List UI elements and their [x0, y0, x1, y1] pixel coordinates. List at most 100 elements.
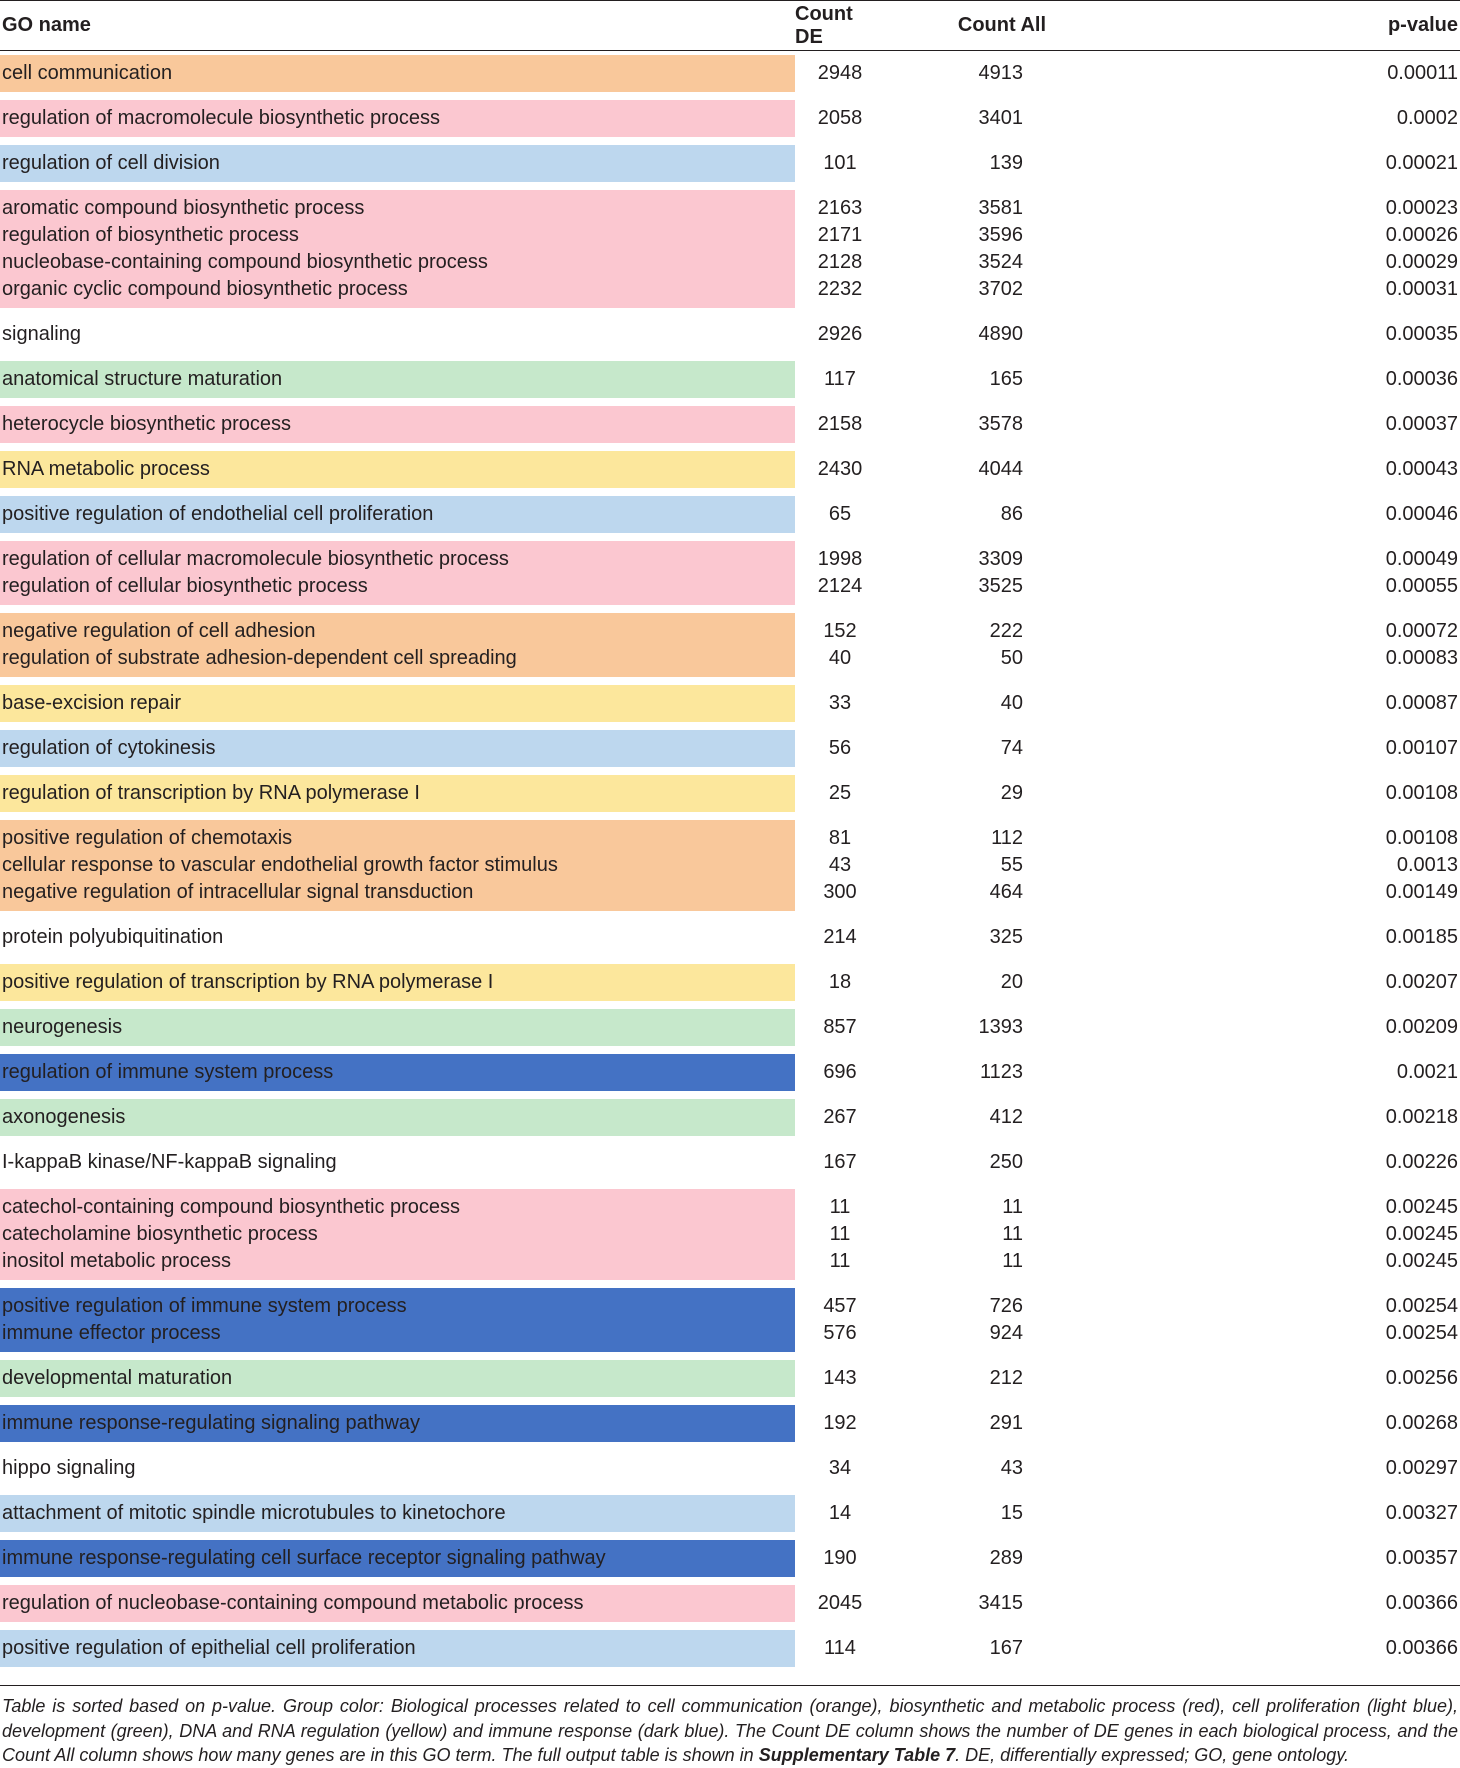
count-de-value: 40	[828, 647, 852, 669]
p-value-cell: 0.00226	[1301, 1140, 1460, 1185]
group-color-block: catechol-containing compound biosyntheti…	[0, 1189, 795, 1280]
table-row-group: I-kappaB kinase/NF-kappaB signaling 167 25…	[0, 1140, 1460, 1185]
table-row-group: positive regulation of chemotaxis cellula…	[0, 816, 1460, 915]
go-term-name: protein polyubiquitination	[2, 926, 224, 948]
count-all-cell: 212	[885, 1356, 1301, 1401]
count-de-value: 2158	[817, 413, 863, 435]
go-term-name: positive regulation of chemotaxis	[2, 827, 293, 849]
count-de-value: 152	[823, 620, 857, 642]
count-all-cell: 325	[885, 915, 1301, 960]
count-de-cell: 192	[795, 1401, 885, 1446]
count-de-cell: 1998 2124	[795, 537, 885, 609]
count-all-value: 11	[1002, 1223, 1023, 1245]
count-all-value: 20	[1000, 971, 1023, 993]
count-de-value: 81	[828, 827, 852, 849]
count-all-cell: 726 924	[885, 1284, 1301, 1356]
go-term-name: positive regulation of immune system pro…	[2, 1295, 407, 1317]
go-term-name: regulation of cellular biosynthetic proc…	[2, 575, 368, 597]
table-row-group: regulation of macromolecule biosynthetic…	[0, 96, 1460, 141]
count-de-value: 576	[823, 1322, 857, 1344]
group-color-block: protein polyubiquitination	[0, 919, 795, 956]
count-de-cell: 2948	[795, 51, 885, 97]
group-color-block: regulation of transcription by RNA polym…	[0, 775, 795, 812]
count-all-cell: 29	[885, 771, 1301, 816]
p-value-cell: 0.00218	[1301, 1095, 1460, 1140]
count-all-cell: 15	[885, 1491, 1301, 1536]
table-row-group: immune response-regulating cell surface …	[0, 1536, 1460, 1581]
p-value-value: 0.00256	[1385, 1367, 1458, 1389]
go-term-name: nucleobase-containing compound biosynthe…	[2, 251, 488, 273]
p-value-value: 0.00226	[1385, 1151, 1458, 1173]
go-name-cell: developmental maturation	[0, 1356, 795, 1401]
p-value-value: 0.00029	[1385, 251, 1458, 273]
count-all-cell: 4890	[885, 312, 1301, 357]
go-name-cell: positive regulation of endothelial cell …	[0, 492, 795, 537]
p-value-cell: 0.00108 0.0013 0.00149	[1301, 816, 1460, 915]
p-value-value: 0.00149	[1385, 881, 1458, 903]
go-name-cell: base-excision repair	[0, 681, 795, 726]
count-all-cell: 112 55 464	[885, 816, 1301, 915]
count-all-value: 325	[989, 926, 1023, 948]
p-value-value: 0.0002	[1396, 107, 1458, 129]
group-color-block: developmental maturation	[0, 1360, 795, 1397]
count-de-value: 143	[823, 1367, 857, 1389]
count-de-cell: 117	[795, 357, 885, 402]
p-value-cell: 0.0002	[1301, 96, 1460, 141]
count-all-value: 74	[1000, 737, 1023, 759]
count-de-cell: 167	[795, 1140, 885, 1185]
group-color-block: cell communication	[0, 55, 795, 92]
table-row-group: catechol-containing compound biosyntheti…	[0, 1185, 1460, 1284]
go-name-cell: regulation of nucleobase-containing comp…	[0, 1581, 795, 1626]
count-de-cell: 14	[795, 1491, 885, 1536]
go-term-name: hippo signaling	[2, 1457, 136, 1479]
p-value-value: 0.00026	[1385, 224, 1458, 246]
count-all-cell: 139	[885, 141, 1301, 186]
count-de-value: 11	[829, 1196, 851, 1218]
table-row-group: RNA metabolic process 2430 4044 0.00043	[0, 447, 1460, 492]
p-value-cell: 0.00297	[1301, 1446, 1460, 1491]
group-color-block: regulation of nucleobase-containing comp…	[0, 1585, 795, 1622]
table-row-group: protein polyubiquitination 214 325 0.00185	[0, 915, 1460, 960]
table-row-group: neurogenesis 857 1393 0.00209	[0, 1005, 1460, 1050]
p-value-value: 0.00218	[1385, 1106, 1458, 1128]
go-name-cell: RNA metabolic process	[0, 447, 795, 492]
count-de-value: 25	[828, 782, 852, 804]
go-term-name: regulation of cytokinesis	[2, 737, 216, 759]
p-value-value: 0.00327	[1385, 1502, 1458, 1524]
p-value-value: 0.0021	[1396, 1061, 1458, 1083]
count-all-cell: 3415	[885, 1581, 1301, 1626]
p-value-value: 0.00023	[1385, 197, 1458, 219]
go-name-cell: signaling	[0, 312, 795, 357]
p-value-value: 0.00207	[1385, 971, 1458, 993]
table-row-group: anatomical structure maturation 117 165 0.0…	[0, 357, 1460, 402]
table-header-row: GO name Count DE Count All p-value	[0, 0, 1460, 51]
count-de-value: 2171	[817, 224, 863, 246]
count-de-cell: 214	[795, 915, 885, 960]
go-name-cell: negative regulation of cell adhesion regu…	[0, 609, 795, 681]
count-de-cell: 25	[795, 771, 885, 816]
p-value-value: 0.00046	[1385, 503, 1458, 525]
go-term-name: catecholamine biosynthetic process	[2, 1223, 318, 1245]
p-value-cell: 0.00036	[1301, 357, 1460, 402]
go-term-name: attachment of mitotic spindle microtubul…	[2, 1502, 506, 1524]
group-color-block: attachment of mitotic spindle microtubul…	[0, 1495, 795, 1532]
count-de-value: 2124	[817, 575, 863, 597]
count-all-value: 412	[989, 1106, 1023, 1128]
go-name-cell: regulation of cellular macromolecule bio…	[0, 537, 795, 609]
p-value-cell: 0.00043	[1301, 447, 1460, 492]
p-value-value: 0.00083	[1385, 647, 1458, 669]
table-row-group: regulation of transcription by RNA polym…	[0, 771, 1460, 816]
count-de-value: 56	[828, 737, 852, 759]
group-color-block: regulation of cytokinesis	[0, 730, 795, 767]
table-row-group: cell communication 2948 4913 0.00011	[0, 51, 1460, 97]
p-value-value: 0.00031	[1385, 278, 1458, 300]
count-all-cell: 74	[885, 726, 1301, 771]
go-name-cell: axonogenesis	[0, 1095, 795, 1140]
p-value-value: 0.00297	[1385, 1457, 1458, 1479]
count-all-value: 3581	[978, 197, 1024, 219]
go-term-name: aromatic compound biosynthetic process	[2, 197, 365, 219]
count-de-value: 2058	[817, 107, 863, 129]
group-color-block: positive regulation of epithelial cell p…	[0, 1630, 795, 1667]
p-value-value: 0.00268	[1385, 1412, 1458, 1434]
count-de-cell: 18	[795, 960, 885, 1005]
